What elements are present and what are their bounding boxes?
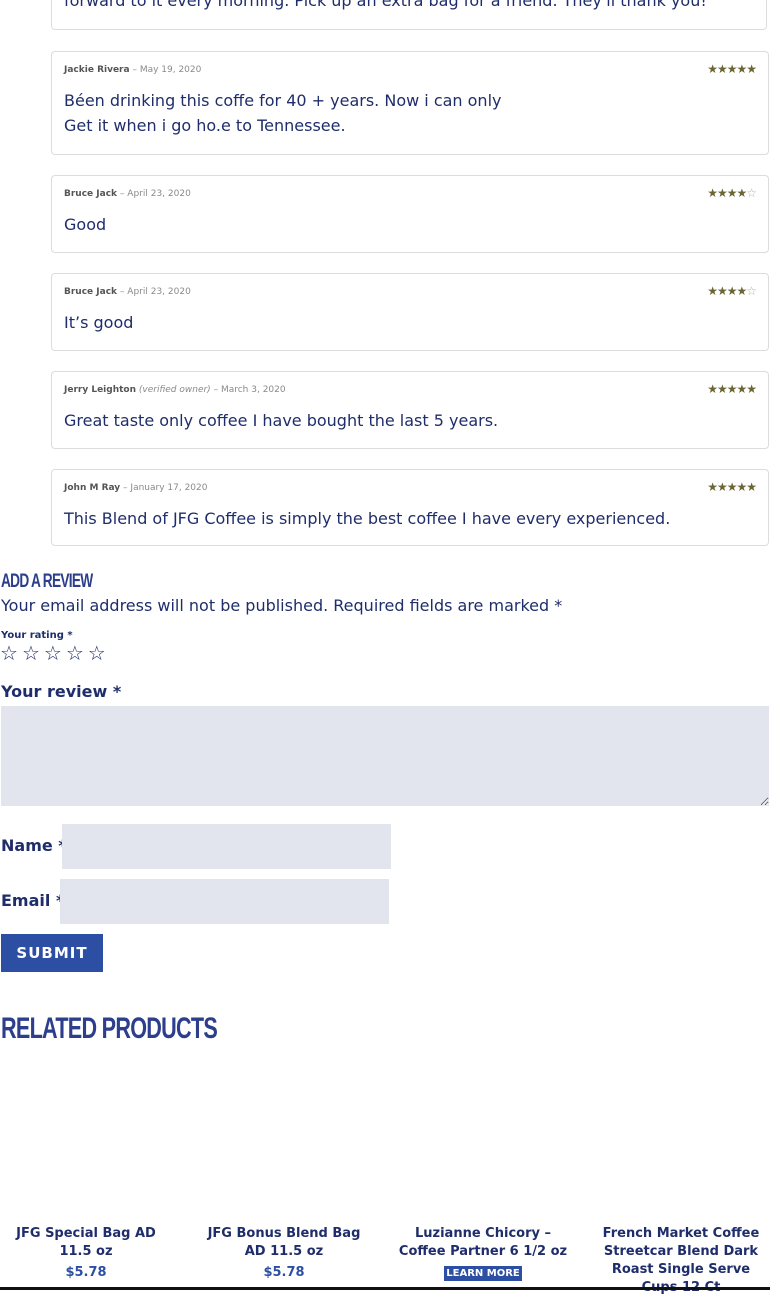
email-field[interactable] (60, 879, 389, 924)
product-price: $5.78 (263, 1265, 305, 1280)
learn-more-button[interactable]: LEARN MORE (444, 1266, 522, 1281)
stars-filled: ★★★★ (707, 284, 747, 298)
rating-star-4-icon[interactable]: ☆ (66, 642, 84, 664)
review-label: Your review * (1, 682, 122, 701)
review-text: It’s good (64, 313, 134, 332)
review-meta: Jerry Leighton (verified owner) – March … (64, 385, 286, 395)
review-meta: Jackie Rivera – May 19, 2020 (64, 65, 201, 75)
rating-star-3-icon[interactable]: ☆ (44, 642, 62, 664)
review-card: Bruce Jack – April 23, 2020 ★★★★☆ Good (51, 175, 769, 253)
meta-separator: – (119, 287, 125, 297)
product-card[interactable]: Luzianne Chicory – Coffee Partner 6 1/2 … (398, 1225, 568, 1281)
related-products-heading: RELATED PRODUCTS (1, 1012, 218, 1045)
review-author: Jackie Rivera (64, 65, 130, 75)
review-text: Béen drinking this coffe for 40 + years.… (64, 91, 502, 135)
review-text: Good (64, 215, 107, 234)
review-author: John M Ray (64, 483, 121, 493)
review-meta: Bruce Jack – April 23, 2020 (64, 287, 191, 297)
product-name[interactable]: Luzianne Chicory – Coffee Partner 6 1/2 … (398, 1225, 568, 1261)
star-rating: ★★★★★ (707, 62, 757, 76)
review-date: April 23, 2020 (127, 189, 191, 199)
star-rating: ★★★★☆ (707, 186, 757, 200)
review-date: May 19, 2020 (139, 65, 202, 75)
rating-label: Your rating * (1, 630, 73, 641)
star-rating: ★★★★★ (707, 480, 757, 494)
meta-separator: – (123, 483, 128, 493)
review-card: John M Ray – January 17, 2020 ★★★★★ This… (51, 469, 769, 546)
review-card: Jackie Rivera – May 19, 2020 ★★★★★ Béen … (51, 51, 769, 155)
rating-star-2-icon[interactable]: ☆ (22, 642, 40, 664)
meta-separator: – (119, 189, 125, 199)
stars-filled: ★★★★ (707, 186, 747, 200)
submit-button[interactable]: SUBMIT (1, 934, 103, 972)
review-author: Bruce Jack (64, 287, 118, 297)
verified-owner-label: (verified owner) (138, 385, 211, 395)
review-date: January 17, 2020 (130, 483, 208, 493)
email-label: Email * (1, 891, 65, 910)
product-name[interactable]: JFG Special Bag AD 11.5 oz (1, 1225, 171, 1261)
review-author: Bruce Jack (64, 189, 118, 199)
review-text: This Blend of JFG Coffee is simply the b… (64, 509, 671, 528)
review-meta: Bruce Jack – April 23, 2020 (64, 189, 191, 199)
stars-filled: ★★★★★ (707, 382, 757, 396)
rating-star-selector: ☆ ☆ ☆ ☆ ☆ (0, 642, 106, 664)
required-fields-note: Your email address will not be published… (1, 596, 563, 615)
review-date: April 23, 2020 (127, 287, 191, 297)
star-rating: ★★★★★ (707, 382, 757, 396)
rating-star-1-icon[interactable]: ☆ (0, 642, 18, 664)
meta-separator: – (213, 385, 219, 395)
review-meta: John M Ray – January 17, 2020 (64, 483, 207, 493)
review-author: Jerry Leighton (64, 385, 136, 395)
product-card[interactable]: JFG Special Bag AD 11.5 oz $5.78 (1, 1225, 171, 1280)
review-date: March 3, 2020 (220, 385, 286, 395)
review-text: Great taste only coffee I have bought th… (64, 411, 499, 430)
add-review-heading: ADD A REVIEW (1, 571, 93, 592)
stars-empty: ☆ (746, 186, 757, 200)
rating-star-5-icon[interactable]: ☆ (88, 642, 106, 664)
review-text: forward to it every morning. Pick up an … (64, 0, 707, 10)
meta-separator: – (132, 65, 137, 75)
review-card: Jerry Leighton (verified owner) – March … (51, 371, 769, 449)
product-price: $5.78 (65, 1265, 107, 1280)
review-textarea[interactable] (1, 706, 769, 806)
review-card: Bruce Jack – April 23, 2020 ★★★★☆ It’s g… (51, 273, 769, 351)
product-name[interactable]: JFG Bonus Blend Bag AD 11.5 oz (199, 1225, 369, 1261)
name-label: Name * (1, 836, 67, 855)
star-rating: ★★★★☆ (707, 284, 757, 298)
stars-filled: ★★★★★ (707, 62, 757, 76)
name-field[interactable] (62, 824, 391, 869)
review-card-partial: forward to it every morning. Pick up an … (51, 0, 767, 30)
stars-filled: ★★★★★ (707, 480, 757, 494)
stars-empty: ☆ (746, 284, 757, 298)
product-card[interactable]: JFG Bonus Blend Bag AD 11.5 oz $5.78 (199, 1225, 369, 1280)
